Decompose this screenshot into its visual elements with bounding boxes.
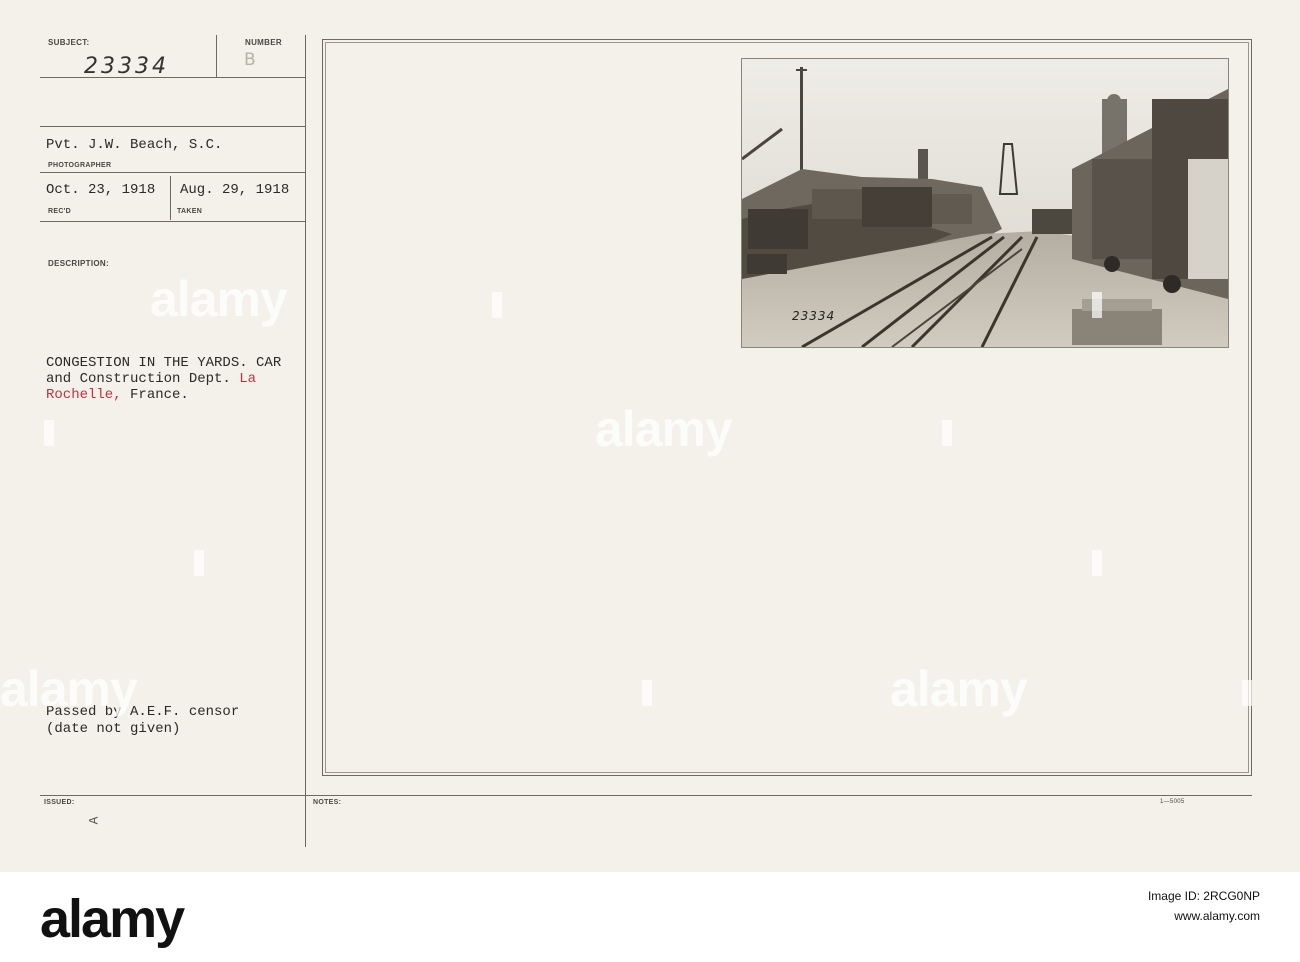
subject-underline (40, 77, 306, 78)
image-id: Image ID: 2RCG0NP (1147, 889, 1260, 903)
watermark-tick (942, 420, 952, 446)
watermark-tick (44, 420, 54, 446)
watermark-tick (1242, 680, 1252, 706)
form-number: 1—5005 (1160, 799, 1185, 805)
photographer-name: Pvt. J.W. Beach, S.C. (46, 137, 223, 153)
site-url: www.alamy.com (1174, 909, 1260, 923)
column-divider (305, 35, 306, 847)
footer-info: Image ID: 2RCG0NP www.alamy.com (1030, 886, 1260, 926)
description-red-rochelle: Rochelle, (46, 387, 122, 403)
issued-mark: A (86, 816, 102, 825)
received-date: Oct. 23, 1918 (46, 182, 156, 198)
watermark-tick (642, 680, 652, 706)
number-value: B (244, 50, 256, 70)
archive-record-card: SUBJECT: NUMBER 23334 B Pvt. J.W. Beach,… (0, 0, 1300, 872)
taken-label: TAKEN (177, 208, 203, 215)
watermark-left: alamy (150, 271, 288, 327)
watermark-tick (1092, 292, 1102, 318)
photographer-top-rule (40, 126, 306, 127)
dates-underline (40, 221, 306, 222)
notes-label: NOTES: (313, 799, 342, 806)
dates-divider (170, 176, 171, 220)
description-line-3: Rochelle, France. (46, 387, 189, 403)
censor-line-2: (date not given) (46, 721, 181, 737)
description-red-la: La (239, 371, 257, 387)
subject-label: SUBJECT: (48, 38, 90, 47)
description-line-3-rest: France. (121, 387, 189, 403)
watermark-tick (1092, 550, 1102, 576)
rail-yard-photo-drawing (742, 59, 1228, 347)
watermark-tick (492, 292, 502, 318)
description-line-1: CONGESTION IN THE YARDS. CAR (46, 355, 282, 371)
photo-caption-number: 23334 (792, 309, 836, 323)
subject-number-divider (216, 35, 217, 77)
watermark-bottom-left: alamy (0, 661, 138, 717)
description-line-2: and Construction Dept. La (46, 371, 256, 387)
taken-date: Aug. 29, 1918 (180, 182, 290, 198)
received-label: REC'D (48, 208, 71, 215)
watermark-bottom-right: alamy (890, 661, 1028, 717)
photographer-underline (40, 172, 306, 173)
issued-label: ISSUED: (44, 799, 75, 806)
rail-yard-photo: 23334 (741, 58, 1229, 348)
number-label: NUMBER (245, 38, 282, 47)
bottom-rule (40, 795, 1252, 796)
alamy-logo: alamy (40, 889, 185, 949)
description-label: DESCRIPTION: (48, 259, 109, 268)
photographer-label: PHOTOGRAPHER (48, 162, 112, 169)
subject-value: 23334 (84, 54, 169, 79)
description-line-2-text: and Construction Dept. (46, 371, 240, 387)
watermark-center: alamy (595, 401, 733, 457)
watermark-tick (194, 550, 204, 576)
